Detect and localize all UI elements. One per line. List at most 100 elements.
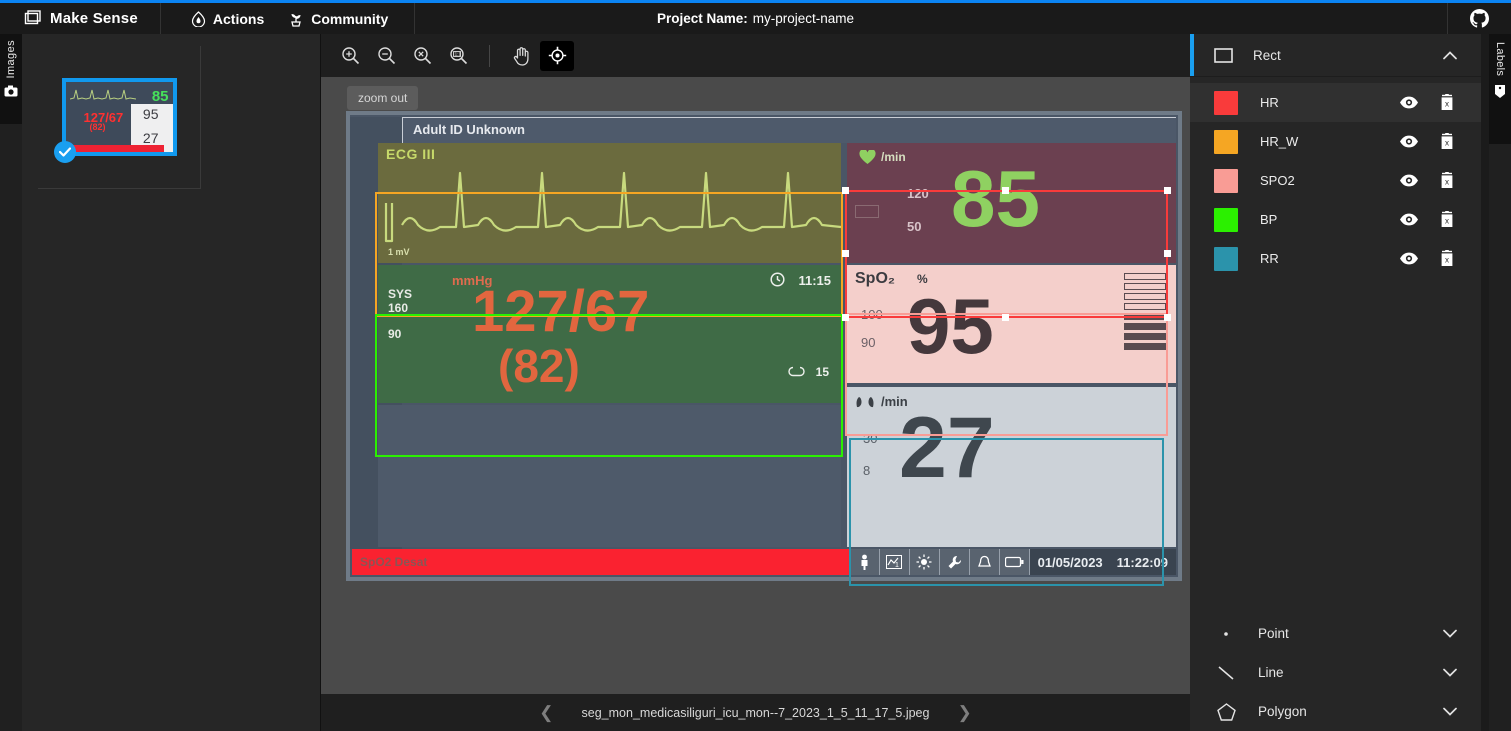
thumbnail-spo2: 95 [142,106,159,122]
label-name: BP [1260,212,1278,227]
bp-panel: mmHg SYS 160 90 127/67 (82) 11:15 15 [378,265,841,403]
rr-limit-low: 8 [863,463,871,478]
label-color-swatch [1214,246,1238,271]
image-canvas[interactable]: Adult ID Unknown ECG III 1 mV /min 120 5… [321,34,1190,694]
brand-name: Make Sense [50,10,138,27]
next-image-button[interactable]: ❯ [957,703,971,723]
bp-mean-value: (82) [498,340,580,392]
images-side-tab[interactable]: Images [0,34,22,124]
trash-icon[interactable]: x [1439,172,1455,189]
thumbnail-hr: 85 [151,88,169,105]
eye-icon[interactable] [1399,135,1419,148]
top-bar: Make Sense Actions Community Project Nam… [0,0,1511,34]
zoom-in-button[interactable] [333,41,367,71]
select-tool-button[interactable] [540,40,574,71]
section-header-point[interactable]: Point [1190,614,1481,653]
svg-text:x: x [1445,256,1449,265]
thumbnail-bp-mean: (82) [89,122,106,132]
images-tab-label: Images [5,40,17,79]
label-row-hr-w[interactable]: HR_W x [1190,122,1481,161]
label-row-bp[interactable]: BP x [1190,200,1481,239]
lungs-icon [855,395,875,409]
bp-cycle-value: 15 [815,365,829,379]
zoom-actual-button[interactable]: 1:1 [441,41,475,71]
label-list: HR x HR_W x SPO2 x BP x RR x [1190,77,1481,278]
zoom-out-icon [377,46,396,65]
toolbar-divider [489,44,490,67]
spo2-limit-low: 90 [861,335,876,350]
chevron-down-icon[interactable] [1443,707,1457,716]
clock-icon [770,272,785,287]
hr-source-icon [855,205,879,218]
label-name: HR [1260,95,1279,110]
thumbnail-rr: 27 [142,130,159,146]
labels-side-tab[interactable]: Labels [1489,34,1511,144]
thumbnail-alarm-bar [69,145,164,152]
image-list-panel: 85 127/67 (82) 95 27 [22,34,321,731]
pan-tool-button[interactable] [504,41,538,71]
camera-icon [4,85,18,97]
zoom-out-label-button[interactable]: zoom out [347,86,419,110]
ecg-waveform [384,171,841,243]
prev-image-button[interactable]: ❮ [539,703,553,723]
label-actions: x [1399,250,1481,267]
eye-icon[interactable] [1399,252,1419,265]
trash-icon[interactable]: x [1439,94,1455,111]
image-list-item[interactable]: 85 127/67 (82) 95 27 [38,46,201,189]
bp-value: 127/67 [472,279,650,344]
nav-item-actions[interactable]: Actions [179,3,276,34]
trash-icon[interactable]: x [1439,250,1455,267]
section-title-point: Point [1258,626,1289,641]
section-header-polygon[interactable]: Polygon [1190,692,1481,731]
section-header-line[interactable]: Line [1190,653,1481,692]
bp-clock-time: 11:15 [798,273,831,288]
eye-icon[interactable] [1399,213,1419,226]
labels-panel: Rect HR x HR_W x SPO2 x BP x RR x Point … [1190,34,1481,731]
chevron-up-icon[interactable] [1443,50,1457,60]
svg-text:x: x [1445,178,1449,187]
project-name: my-project-name [752,11,855,26]
bp-limit-high: 160 [388,301,409,315]
section-title-polygon: Polygon [1258,704,1307,719]
label-actions: x [1399,94,1481,111]
chevron-down-icon[interactable] [1443,629,1457,638]
monitor-screen: Adult ID Unknown ECG III 1 mV /min 120 5… [350,115,1178,577]
nav-item-community[interactable]: Community [276,3,400,34]
project-label: Project Name: [656,11,748,26]
brand-logo[interactable]: Make Sense [0,3,161,34]
battery-icon [998,549,1029,575]
brightness-icon [908,549,939,575]
polygon-icon [1214,702,1238,721]
zoom-out-button[interactable] [369,41,403,71]
zoom-fit-button[interactable] [405,41,439,71]
chevron-down-icon[interactable] [1443,668,1457,677]
labels-tab-label: Labels [1494,42,1506,77]
spo2-signal-bars [1124,273,1166,353]
panel-edge [1481,34,1489,731]
hr-unit: /min [881,150,906,164]
image-nav-bar: ❮ seg_mon_medicasiliguri_icu_mon--7_2023… [321,694,1190,731]
label-name: HR_W [1260,134,1299,149]
top-nav: Actions Community [161,3,416,34]
section-header-rect[interactable]: Rect [1190,34,1481,77]
label-row-rr[interactable]: RR x [1190,239,1481,278]
label-row-hr[interactable]: HR x [1190,83,1481,122]
nav-label-actions: Actions [212,10,265,27]
spo2-panel: SpO₂ % 100 90 95 [847,265,1176,383]
github-icon [1470,9,1489,28]
monitor-datetime: 01/05/2023 11:22:09 [1028,549,1176,575]
eye-icon[interactable] [1399,174,1419,187]
github-link[interactable] [1447,3,1511,34]
trash-icon[interactable]: x [1439,133,1455,150]
empty-waveform-panel [378,405,841,547]
label-row-spo2[interactable]: SPO2 x [1190,161,1481,200]
spo2-label: SpO₂ [855,270,895,287]
eye-icon[interactable] [1399,96,1419,109]
label-color-swatch [1214,129,1238,154]
ecg-panel: ECG III 1 mV [378,143,841,263]
zoom-actual-icon: 1:1 [449,46,468,65]
label-actions: x [1399,133,1481,150]
alarm-message: SpO2 Desat [352,549,849,575]
trash-icon[interactable]: x [1439,211,1455,228]
rr-panel: /min 30 8 27 [847,387,1176,547]
